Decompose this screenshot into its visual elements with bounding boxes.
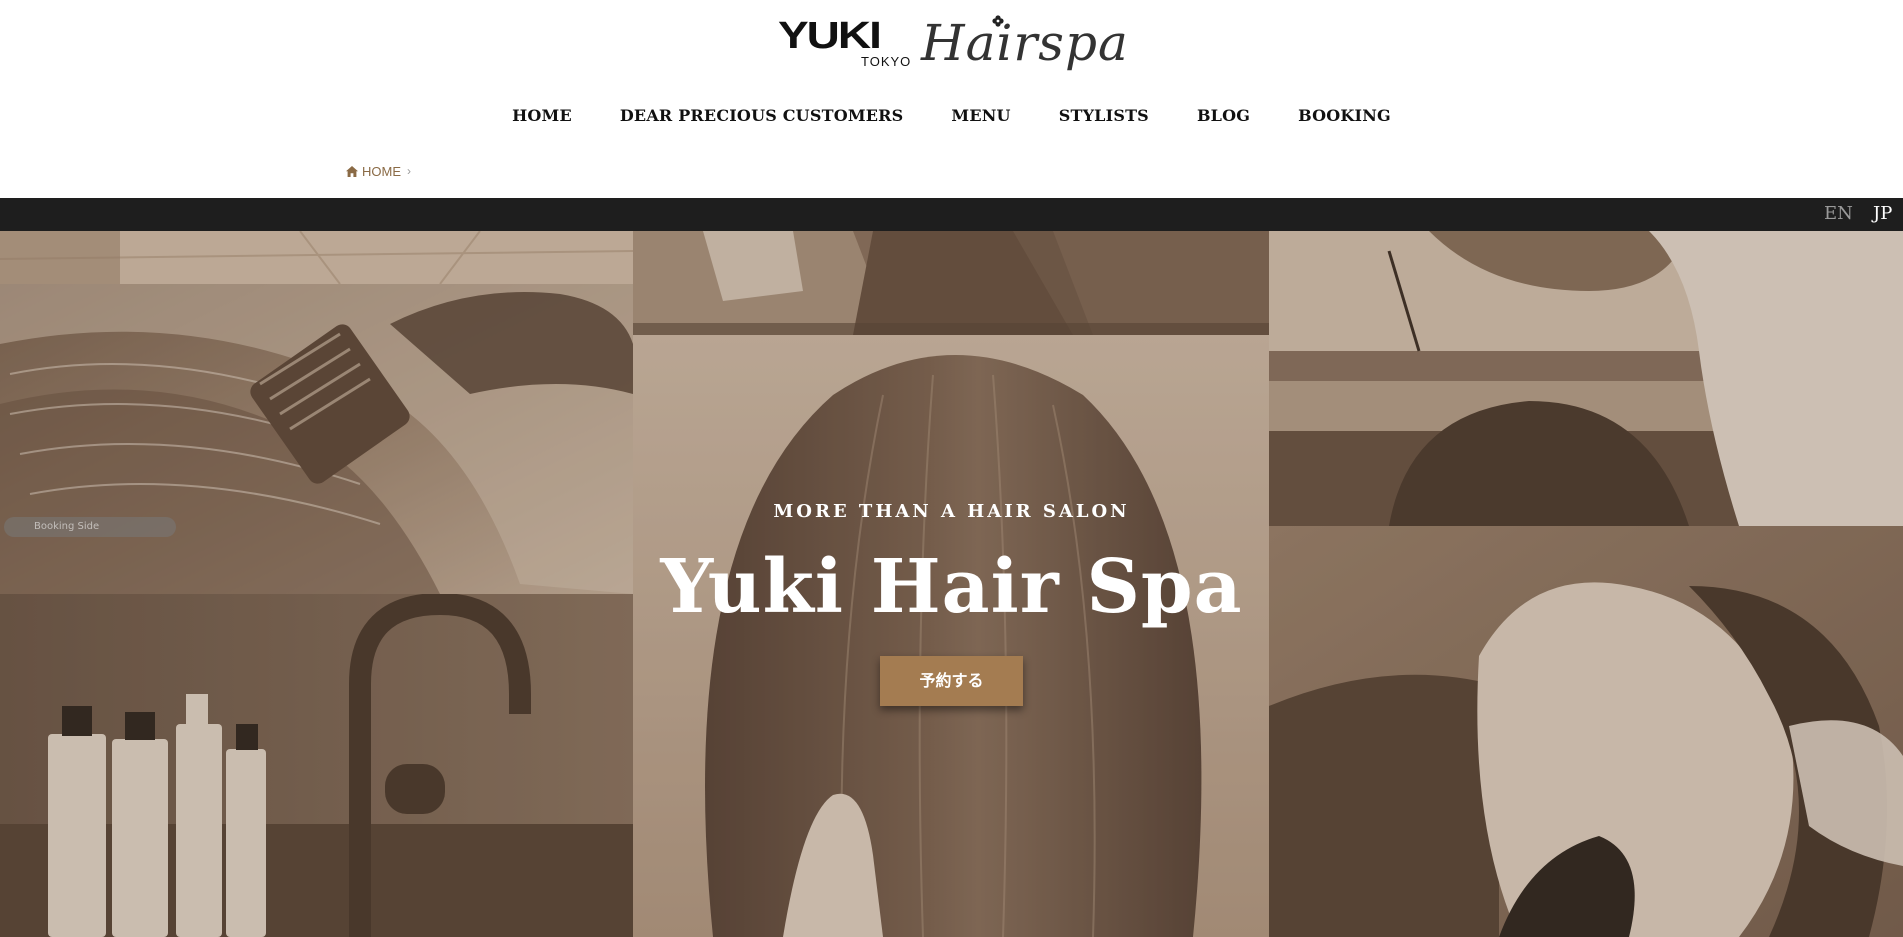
language-en-link[interactable]: EN (1824, 203, 1853, 225)
hero-title: Yuki Hair Spa (660, 544, 1243, 630)
flower-icon (992, 15, 1004, 27)
language-bar: EN JP (0, 198, 1903, 231)
site-header: YUKI TOKYO Hairspa HOME DEAR PRECIOUS CU… (0, 0, 1903, 198)
home-icon (346, 165, 358, 177)
language-jp-link[interactable]: JP (1873, 203, 1892, 225)
breadcrumb: HOME › (346, 162, 411, 180)
nav-booking[interactable]: BOOKING (1298, 104, 1391, 128)
booking-button[interactable]: 予約する (880, 656, 1023, 706)
logo-script-text: Hairspa (921, 14, 1129, 72)
hero-section: Booking Side MORE THAN A HAIR SALON Yuki… (0, 231, 1903, 937)
nav-blog[interactable]: BLOG (1197, 104, 1250, 128)
nav-stylists[interactable]: STYLISTS (1059, 104, 1149, 128)
logo-brand-text: YUKI (778, 13, 882, 57)
nav-menu[interactable]: MENU (951, 104, 1010, 128)
nav-home[interactable]: HOME (512, 104, 572, 128)
hero-eyebrow: MORE THAN A HAIR SALON (773, 501, 1130, 522)
site-logo[interactable]: YUKI TOKYO Hairspa (778, 13, 1129, 74)
nav-dear-precious-customers[interactable]: DEAR PRECIOUS CUSTOMERS (620, 104, 904, 128)
logo-city-text: TOKYO (861, 54, 912, 69)
hero-content: MORE THAN A HAIR SALON Yuki Hair Spa 予約す… (0, 231, 1903, 937)
main-nav: HOME DEAR PRECIOUS CUSTOMERS MENU STYLIS… (0, 104, 1903, 128)
breadcrumb-home-link[interactable]: HOME (362, 164, 401, 179)
breadcrumb-separator: › (407, 164, 411, 178)
